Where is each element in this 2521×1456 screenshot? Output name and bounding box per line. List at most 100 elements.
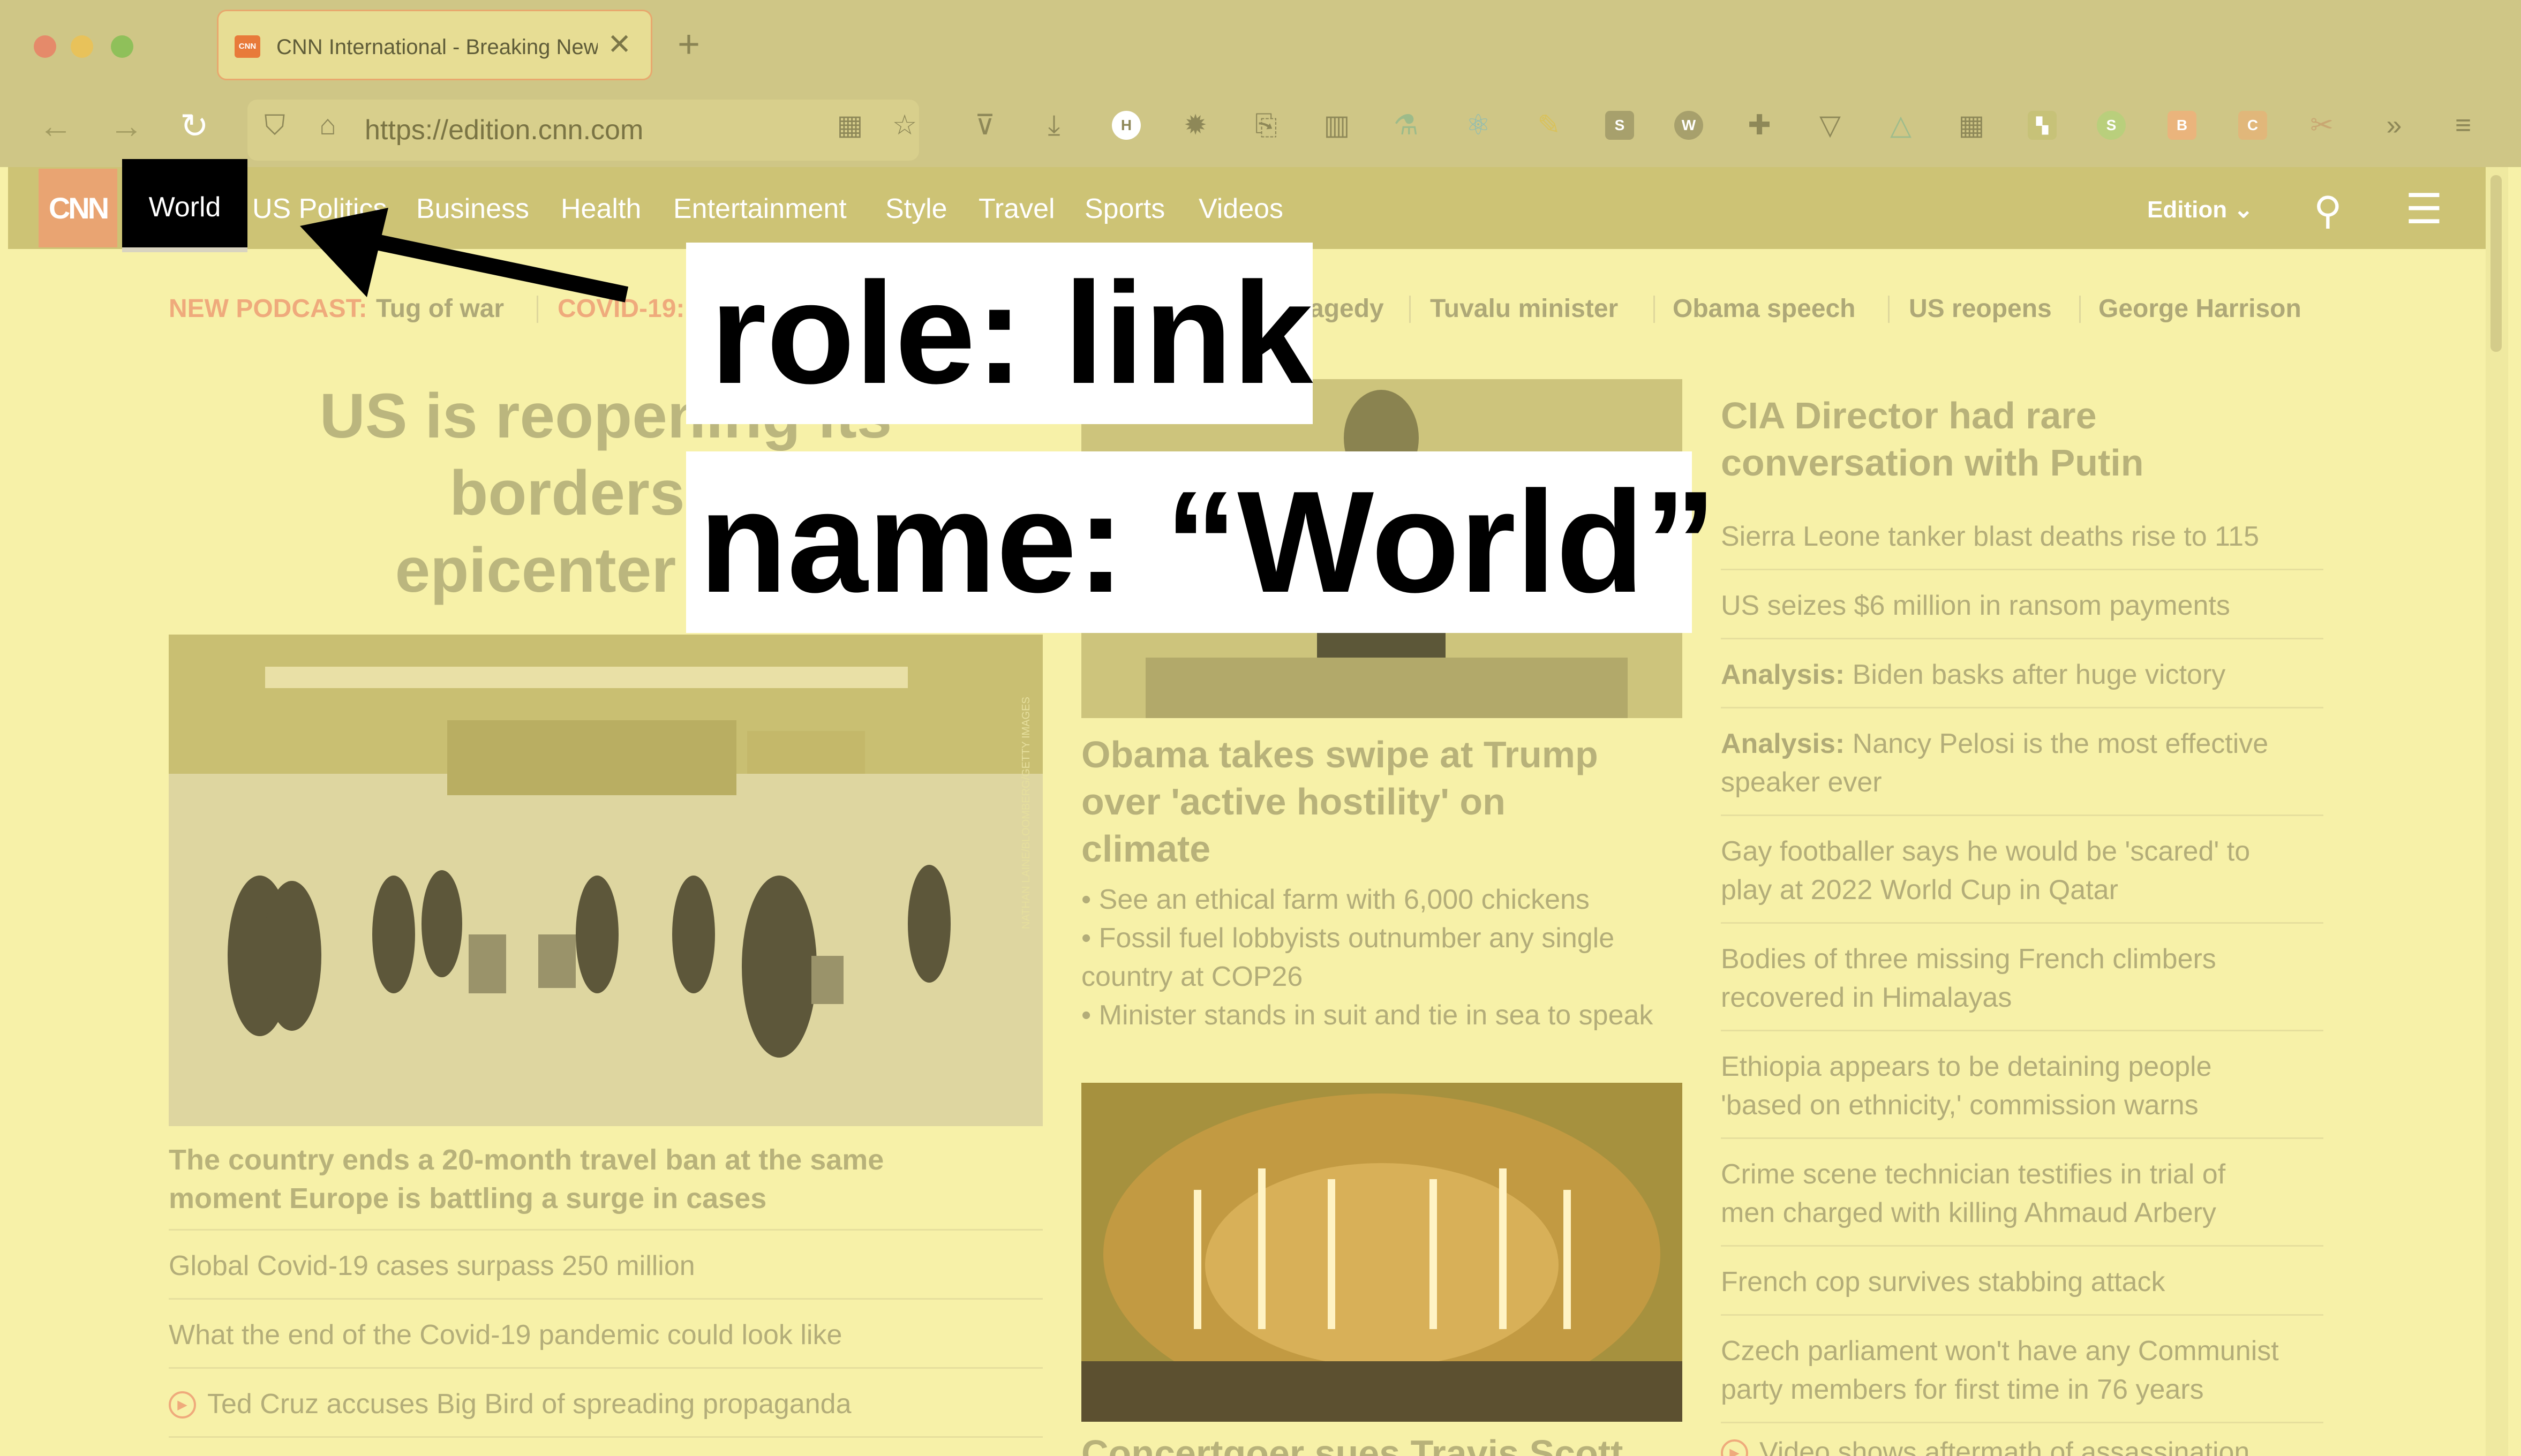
plus-grid-extension-icon[interactable]: ✚ [1745,110,1774,141]
vue-extension-icon[interactable]: ▽ [1816,110,1845,141]
extensions-grid-icon[interactable]: ▦ [836,110,864,141]
middle-bullet-farm[interactable]: • See an ethical farm with 6,000 chicken… [1081,880,1590,919]
middle-bullet-lobbyists-cont[interactable]: country at COP26 [1081,957,1303,996]
minimize-window-button[interactable] [71,35,93,58]
right-link-footballer[interactable]: Gay footballer says he would be 'scared'… [1721,832,2250,909]
divider [1721,1314,2323,1316]
hamburger-menu-icon[interactable]: ≡ [2449,110,2478,141]
cnn-favicon: CNN [235,35,260,58]
overflow-menu-icon[interactable]: » [2380,110,2409,141]
middle-bullet-lobbyists[interactable]: • Fossil fuel lobbyists outnumber any si… [1081,919,1614,957]
trending-tuvalu[interactable]: Tuvalu minister [1430,294,1618,323]
airport-photo[interactable] [169,635,1043,1126]
nav-link-world[interactable]: World [122,159,247,252]
nav-link-travel[interactable]: Travel [979,193,1055,225]
active-underline [122,247,247,252]
scrollbar-thumb[interactable] [2490,175,2502,352]
right-link-text: recovered in Himalayas [1721,982,2012,1013]
nav-link-style[interactable]: Style [885,193,947,225]
chat-extension-icon[interactable]: ✎ [1534,110,1563,141]
screenshot-extension-icon[interactable]: ⎘ [1252,110,1281,141]
divider [169,1367,1043,1369]
new-tab-button[interactable]: + [678,22,700,66]
lock-icon: ⌂ [319,110,336,141]
trending-george-harrison[interactable]: George Harrison [2098,294,2301,323]
right-link-assassination[interactable]: Video shows aftermath of assassination [1759,1433,2249,1456]
s-extension-icon[interactable]: S [1605,111,1634,140]
video-play-icon: ▶ [1721,1439,1748,1456]
right-link-text: Nancy Pelosi is the most effective [1845,728,2269,759]
main-link-covid-cases[interactable]: Global Covid-19 cases surpass 250 millio… [169,1247,695,1285]
nav-link-entertainment[interactable]: Entertainment [673,193,847,225]
middle-headline[interactable]: Obama takes swipe at Trump over 'active … [1081,731,1682,872]
trending-separator [1888,296,1890,323]
right-link-text: Bodies of three missing French climbers [1721,944,2216,975]
trending-separator [2079,296,2081,323]
w-extension-icon[interactable]: W [1674,111,1703,140]
bookmark-star-icon[interactable]: ☆ [890,110,919,141]
page-scrollbar[interactable] [2486,167,2508,1456]
right-link-text: party members for first time in 76 years [1721,1374,2204,1405]
trending-us-reopens[interactable]: US reopens [1909,294,2052,323]
c-extension-icon[interactable]: C [2238,111,2267,140]
trending-separator [1409,296,1411,323]
download-icon[interactable]: ⤓ [1040,110,1068,141]
right-link-text: US seizes $6 million in ransom payments [1721,590,2230,621]
main-caption-line: The country ends a 20-month travel ban a… [169,1144,884,1176]
green-s-extension-icon[interactable]: S [2097,111,2126,140]
right-link-ransom[interactable]: US seizes $6 million in ransom payments [1721,586,2230,625]
right-link-french-cop[interactable]: French cop survives stabbing attack [1721,1263,2165,1301]
right-link-pelosi[interactable]: Analysis: Nancy Pelosi is the most effec… [1721,725,2268,802]
scissors-extension-icon[interactable]: ✂ [2307,110,2336,141]
right-link-czech[interactable]: Czech parliament won't have any Communis… [1721,1332,2279,1409]
nav-link-videos[interactable]: Videos [1199,193,1283,225]
divider [169,1229,1043,1231]
right-link-text: Video shows aftermath of assassination [1759,1437,2250,1456]
trending-tragedy[interactable]: agedy [1310,294,1384,323]
tab-title: CNN International - Breaking News [276,35,598,59]
trending-separator [1653,296,1655,323]
close-window-button[interactable] [34,35,56,58]
flask-extension-icon[interactable]: ⚗ [1391,110,1420,141]
table-extension-icon[interactable]: ▦ [1957,110,1986,141]
middle-bottom-headline[interactable]: Concertgoer sues Travis Scott [1081,1430,1623,1456]
pocket-icon[interactable]: ⊽ [970,110,999,141]
right-link-biden[interactable]: Analysis: Biden basks after huge victory [1721,655,2225,694]
shield-icon[interactable]: ⛉ [260,110,289,141]
browser-tab[interactable]: CNN CNN International - Breaking News ✕ [217,10,652,80]
menu-icon[interactable]: ☰ [2405,185,2443,233]
right-link-climbers[interactable]: Bodies of three missing French climbers … [1721,940,2216,1017]
barcode-extension-icon[interactable]: ▥ [1322,110,1351,141]
back-icon[interactable]: ← [39,106,73,146]
forward-icon[interactable]: → [109,106,144,146]
chevron-down-icon: ⌄ [2233,197,2254,223]
main-link-pandemic-end[interactable]: What the end of the Covid-19 pandemic co… [169,1316,842,1354]
triangle-extension-icon[interactable]: △ [1886,110,1915,141]
middle-bullet-minister[interactable]: • Minister stands in suit and tie in sea… [1081,996,1653,1035]
right-link-text: speaker ever [1721,767,1882,798]
url-text[interactable]: https://edition.cnn.com [365,114,643,146]
close-tab-icon[interactable]: ✕ [607,27,631,61]
edition-dropdown[interactable]: Edition ⌄ [2147,196,2253,223]
react-extension-icon[interactable]: ⚛ [1464,110,1493,141]
cnn-logo[interactable]: CNN [39,169,117,247]
maximize-window-button[interactable] [111,35,133,58]
main-caption[interactable]: The country ends a 20-month travel ban a… [169,1141,1043,1218]
search-icon[interactable]: ⚲ [2314,188,2342,233]
h-extension-icon[interactable]: H [1112,111,1141,140]
middle-bullet-text: Minister stands in suit and tie in sea t… [1098,1000,1653,1031]
b-extension-icon[interactable]: B [2168,111,2196,140]
reload-icon[interactable]: ↻ [180,106,209,146]
nav-link-sports[interactable]: Sports [1085,193,1165,225]
concert-photo[interactable] [1081,1083,1682,1422]
photo-credit: NATHAN LAINE/BLOOMBERG/GETTY IMAGES [1020,697,1032,929]
right-link-text: Gay footballer says he would be 'scared'… [1721,836,2251,867]
main-link-ted-cruz[interactable]: Ted Cruz accuses Big Bird of spreading p… [207,1385,852,1423]
gear-extension-icon[interactable]: ✹ [1181,110,1210,141]
trending-obama[interactable]: Obama speech [1673,294,1855,323]
right-link-arbery[interactable]: Crime scene technician testifies in tria… [1721,1155,2225,1232]
right-link-ethiopia[interactable]: Ethiopia appears to be detaining people … [1721,1047,2212,1125]
right-link-sierra-leone[interactable]: Sierra Leone tanker blast deaths rise to… [1721,517,2259,556]
color-grid-extension-icon[interactable]: ▚ [2028,111,2057,140]
right-headline[interactable]: CIA Director had rare conversation with … [1721,392,2323,486]
